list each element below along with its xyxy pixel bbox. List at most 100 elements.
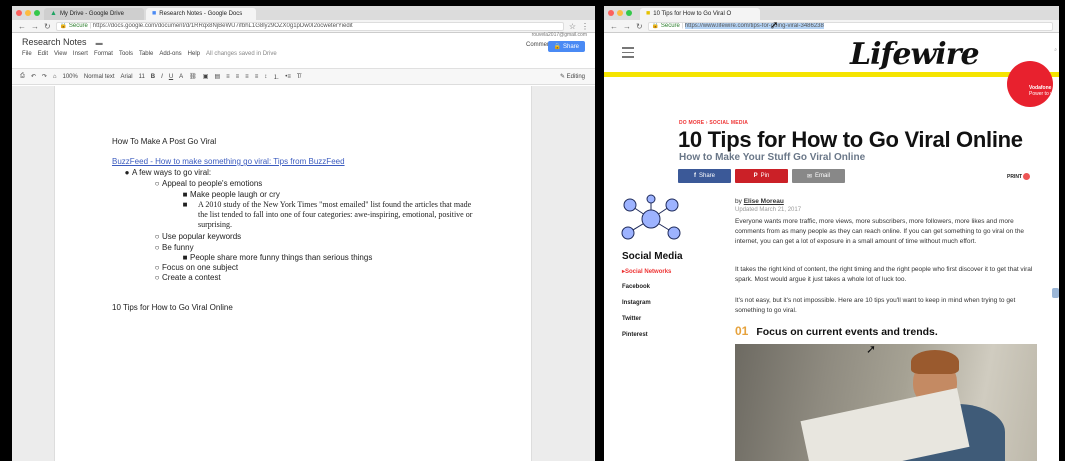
align-left-icon[interactable]: ≡ (226, 74, 230, 80)
line-spacing-icon[interactable]: ↕ (264, 74, 267, 80)
image-icon[interactable]: ▤ (214, 73, 220, 80)
article-hero-image (735, 344, 1037, 461)
sidebar-item-twitter[interactable]: Twitter (622, 316, 683, 332)
editing-mode-select[interactable]: ✎ Editing (560, 73, 585, 80)
sidebar-item-instagram[interactable]: Instagram (622, 300, 683, 316)
pinterest-pin-button[interactable]: P Pin (735, 169, 788, 183)
reload-icon[interactable]: ↻ (44, 22, 51, 31)
circle-bullet-icon: ○ (154, 263, 160, 272)
bullet-list-icon[interactable]: •≡ (285, 74, 291, 80)
zoom-select[interactable]: 100% (63, 74, 78, 80)
italic-icon[interactable]: I (161, 74, 163, 80)
font-size-select[interactable]: 11 (139, 74, 145, 80)
forward-icon[interactable]: → (623, 22, 631, 31)
section-number: 01 (735, 324, 749, 338)
square-bullet-icon: ■ (182, 190, 188, 199)
menu-icon[interactable]: ⋮ (581, 22, 589, 31)
close-dot-icon[interactable] (16, 10, 22, 16)
docs-menu-bar: File Edit View Insert Format Tools Table… (22, 51, 595, 57)
menu-addons[interactable]: Add-ons (159, 51, 181, 57)
underline-icon[interactable]: U (169, 74, 173, 80)
bold-icon[interactable]: B (151, 74, 155, 80)
doc-footer-line: 10 Tips for How to Go Viral Online (112, 303, 233, 312)
ad-tagline: Power to you (1029, 91, 1059, 97)
print-icon[interactable]: ⎙ (20, 73, 25, 80)
reload-icon[interactable]: ↻ (636, 22, 643, 31)
menu-file[interactable]: File (22, 51, 32, 57)
byline: by Elise Moreau (735, 198, 784, 205)
menu-view[interactable]: View (54, 51, 67, 57)
updated-date: Updated March 21, 2017 (735, 207, 802, 213)
star-icon[interactable]: ☆ (569, 22, 576, 31)
url-field[interactable]: 🔒 Secure | https://docs.google.com/docum… (55, 21, 564, 31)
forward-icon[interactable]: → (31, 22, 39, 31)
justify-icon[interactable]: ≡ (255, 74, 259, 80)
menu-edit[interactable]: Edit (38, 51, 48, 57)
align-center-icon[interactable]: ≡ (236, 74, 240, 80)
tab-research-notes[interactable]: ■ Research Notes - Google Docs (146, 8, 256, 20)
document-page[interactable]: How To Make A Post Go Viral BuzzFeed - H… (54, 86, 532, 461)
close-dot-icon[interactable] (608, 10, 614, 16)
facebook-share-button[interactable]: f Share (678, 169, 731, 183)
doc-title[interactable]: Research Notes (22, 37, 87, 47)
text-color-icon[interactable]: A (179, 74, 183, 80)
list-item: ● A few ways to go viral: (122, 168, 212, 177)
comment-icon[interactable]: ▣ (203, 73, 209, 80)
byline-prefix: by (735, 198, 742, 205)
back-icon[interactable]: ← (610, 22, 618, 31)
section-heading: 01 Focus on current events and trends. (735, 324, 938, 338)
scrollbar-thumb[interactable] (1052, 288, 1059, 298)
tab-lifewire[interactable]: ■ 10 Tips for How to Go Viral O (640, 8, 760, 20)
clear-format-icon[interactable]: T̸ (297, 74, 301, 80)
minimize-dot-icon[interactable] (25, 10, 31, 16)
list-item: ■ A 2010 study of the New York Times "mos… (180, 200, 485, 230)
paint-format-icon[interactable]: ⌂ (53, 74, 57, 80)
breadcrumb[interactable]: DO MORE › SOCIAL MEDIA (679, 120, 748, 126)
vodafone-ad[interactable]: Vodafone Power to you (989, 55, 1059, 115)
sidebar-item-facebook[interactable]: Facebook (622, 284, 683, 300)
save-status: All changes saved in Drive (206, 51, 277, 57)
facebook-icon: f (693, 173, 696, 179)
menu-tools[interactable]: Tools (119, 51, 133, 57)
address-bar: ← → ↻ 🔒 Secure | https://docs.google.com… (12, 20, 595, 33)
tab-my-drive[interactable]: ▲ My Drive - Google Drive (44, 8, 144, 20)
tab-bar: ■ 10 Tips for How to Go Viral O (604, 6, 1059, 20)
back-icon[interactable]: ← (18, 22, 26, 31)
sidebar-item-social-networks[interactable]: ▸Social Networks (622, 268, 683, 284)
tab-label: 10 Tips for How to Go Viral O (653, 11, 732, 17)
numbered-list-icon[interactable]: ⒈ (273, 72, 279, 81)
menu-table[interactable]: Table (139, 51, 153, 57)
menu-help[interactable]: Help (188, 51, 200, 57)
circle-bullet-icon: ○ (154, 232, 160, 241)
author-link[interactable]: Elise Moreau (744, 198, 784, 205)
undo-icon[interactable]: ↶ (31, 73, 36, 80)
hamburger-menu-icon[interactable] (622, 47, 634, 61)
print-button[interactable]: PRINT (1007, 173, 1031, 180)
folder-icon[interactable]: ▬ (96, 40, 103, 47)
editing-label: Editing (566, 74, 585, 80)
newspaper (800, 388, 970, 461)
circle-bullet-icon: ○ (154, 243, 160, 252)
buzzfeed-link[interactable]: BuzzFeed - How to make something go vira… (112, 157, 345, 166)
share-button[interactable]: 🔒 Share (547, 41, 585, 52)
share-button-label: Email (815, 173, 831, 179)
lifewire-logo[interactable]: Lifewire (850, 37, 980, 72)
maximize-dot-icon[interactable] (626, 10, 632, 16)
menu-insert[interactable]: Insert (73, 51, 88, 57)
sidebar-item-pinterest[interactable]: Pinterest (622, 332, 683, 348)
url-field[interactable]: 🔒 Secure | https://www.lifewire.com/tips… (647, 21, 1053, 31)
style-select[interactable]: Normal text (84, 74, 115, 80)
minimize-dot-icon[interactable] (617, 10, 623, 16)
email-share-button[interactable]: ✉ Email (792, 169, 845, 183)
account-email[interactable]: rouvela2017@gmail.com (532, 32, 587, 38)
maximize-dot-icon[interactable] (34, 10, 40, 16)
link-icon[interactable]: ⛓ (189, 73, 197, 80)
menu-format[interactable]: Format (94, 51, 113, 57)
list-item-text: A 2010 study of the New York Times "most… (198, 200, 473, 229)
align-right-icon[interactable]: ≡ (245, 74, 249, 80)
url-text: https://www.lifewire.com/tips-for-going-… (684, 22, 824, 29)
font-select[interactable]: Arial (121, 74, 133, 80)
search-icon[interactable]: ⌕ (1054, 47, 1057, 53)
redo-icon[interactable]: ↷ (42, 73, 47, 80)
sidebar-title[interactable]: Social Media (622, 251, 683, 262)
